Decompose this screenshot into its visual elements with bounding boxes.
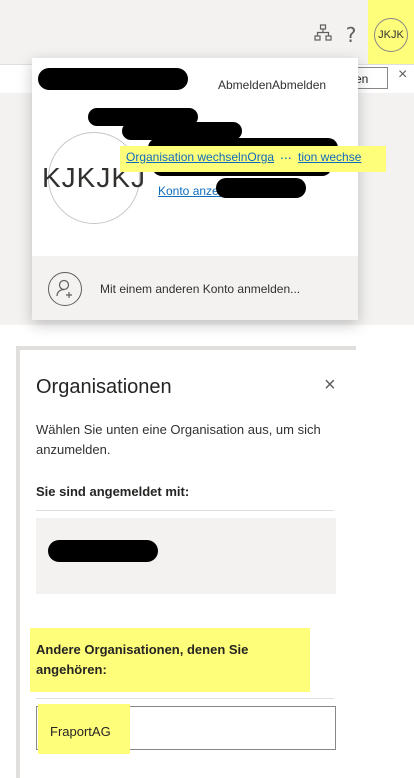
person-add-icon <box>48 272 82 306</box>
redaction-bar <box>216 178 306 198</box>
avatar: JKJK <box>374 18 408 52</box>
redaction-bar <box>38 68 188 90</box>
other-account-label: Mit einem anderen Konto anmelden... <box>100 282 301 296</box>
organizations-dialog: Organisationen × Wählen Sie unten eine O… <box>20 350 356 778</box>
ellipsis-icon: ... <box>280 146 292 162</box>
other-orgs-label: Andere Organisationen, denen Sie angehör… <box>36 642 249 677</box>
account-avatar-button[interactable]: JKJK <box>368 0 414 64</box>
divider <box>36 510 334 511</box>
divider <box>36 698 334 699</box>
help-icon[interactable]: ? <box>340 23 362 47</box>
redaction-bar <box>48 540 158 562</box>
background-close-icon[interactable]: × <box>398 66 407 84</box>
signout-link[interactable]: AbmeldenAbmelden <box>218 78 326 92</box>
dialog-description: Wählen Sie unten eine Organisation aus, … <box>36 422 321 457</box>
signed-in-account-box <box>36 518 336 594</box>
other-account-row[interactable]: Mit einem anderen Konto anmelden... <box>32 256 358 320</box>
signed-in-label: Sie sind angemeldet mit: <box>36 484 190 499</box>
header-toolbar: ? JKJK <box>0 0 414 64</box>
org-chart-icon[interactable] <box>312 22 334 44</box>
switch-organization-link[interactable]: Organisation wechselnOrga <box>126 150 274 164</box>
organization-option-label[interactable]: FraportAG <box>50 724 111 739</box>
switch-organization-link-overflow[interactable]: tion wechse <box>298 150 361 164</box>
close-icon[interactable]: × <box>324 374 336 397</box>
account-flyout: AbmeldenAbmelden KJKJKJ Konto anzeigen M… <box>32 58 358 320</box>
dialog-title: Organisationen <box>36 376 172 398</box>
